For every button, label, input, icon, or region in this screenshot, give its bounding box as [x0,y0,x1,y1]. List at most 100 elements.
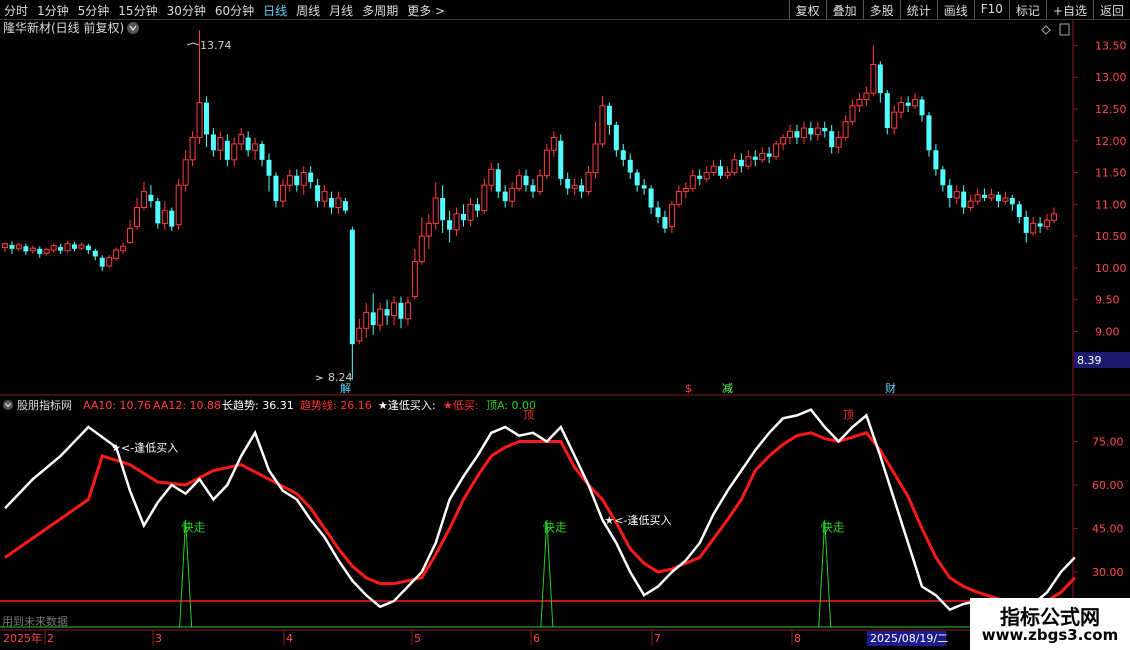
candle [565,172,571,195]
price-tick-label: 10.50 [1095,230,1127,243]
marker-reduce[interactable]: 减 [722,382,733,395]
fast-exit-label: 快走 [543,520,567,534]
panel-toggle-icon[interactable] [1059,23,1070,36]
candle [43,247,50,256]
candle [182,150,189,192]
marker-dividend[interactable]: $ [685,382,692,395]
candle [37,246,43,258]
candle [599,96,606,148]
candle [724,166,731,179]
indicator-trend-line: 趋势线: 26.16 [300,398,372,412]
candle [641,178,647,195]
candle [1044,213,1051,230]
candle [1037,217,1043,233]
fast-exit-label: 快走 [821,520,845,534]
indicator-name: 股朋指标网 [17,398,72,412]
price-tick-label: 11.50 [1095,167,1127,180]
indicator-tick-label: 45.00 [1092,523,1124,536]
candle [655,201,661,224]
price-tick-label: 13.50 [1095,39,1127,52]
candle [23,243,29,256]
x-axis: 2025年 2 3 4 5 6 7 8 [3,630,801,645]
watermark-url: www.zbgs3.com [981,626,1119,644]
candle [592,121,599,179]
candle [947,178,953,208]
candle [1016,201,1022,224]
candle [148,185,154,208]
candle [342,197,348,214]
candle [634,169,640,192]
candle [502,185,508,208]
candle [315,178,321,208]
candle [759,147,766,164]
x-tick-label: 2025年 [3,631,42,645]
diamond-icon[interactable] [1041,25,1051,35]
candle [85,243,91,254]
candle [863,86,870,106]
candle [689,169,696,192]
candle [474,197,480,218]
candle [259,140,265,167]
candle [495,163,501,198]
price-tick-label: 10.00 [1095,262,1127,275]
candle [279,178,286,208]
price-ticks: 13.50 13.00 12.50 12.00 11.50 11.00 10.50 10.00… [1073,39,1127,338]
candle [266,153,272,192]
marker-finance[interactable]: 财 [885,381,896,395]
candle [92,248,98,261]
candle [745,150,752,170]
candle [530,178,536,198]
title-dropdown-icon[interactable] [127,22,139,34]
low-buy-annotation: ★<-逢低买入 [111,441,178,454]
x-tick-label: 6 [533,632,540,645]
candle [329,191,335,214]
candle [398,296,404,329]
candle [391,296,398,326]
candle [64,241,71,253]
candle [718,159,724,179]
marker-unlock[interactable]: 解 [340,381,351,395]
candle [411,248,418,300]
candle [995,191,1001,208]
x-tick-label: 5 [414,632,421,645]
indicator-aa12: AA12: 10.88 [153,399,221,412]
fast-exit-spike [818,519,832,628]
indicator-tick-label: 60.00 [1092,479,1124,492]
candle [384,299,390,326]
candle [2,242,8,252]
indicator-tick-label: 30.00 [1092,566,1124,579]
x-tick-label: 8 [794,632,801,645]
candle [558,134,564,186]
candle [884,89,890,135]
indicator-dropdown-icon[interactable] [3,400,13,410]
candle [418,217,425,265]
candle [1002,191,1009,205]
price-tick-label: 9.00 [1095,325,1120,338]
indicator-trend-long: 长趋势: 36.31 [222,399,294,412]
candle [579,178,585,198]
candle [891,105,898,135]
candle [974,188,981,205]
candle [898,96,905,119]
price-tick-label: 9.50 [1095,294,1120,307]
candle [982,188,988,202]
candle [912,93,919,109]
candle [78,242,85,251]
x-tick-label: 3 [155,632,162,645]
candle [842,115,849,141]
candle [300,166,307,195]
candle [133,197,140,230]
candle [953,185,960,205]
candle [140,182,147,211]
candle [447,210,453,243]
candle [926,112,932,157]
candlestick-series [2,30,1057,380]
candle [627,153,633,179]
fast-exit-spike [179,519,193,628]
candle [780,134,787,151]
candle [335,191,342,214]
candle [710,159,717,176]
indicator-low-buy2: ★低买: [443,399,479,412]
candle [849,99,856,125]
future-data-note: 用到未来数据 [2,614,68,628]
